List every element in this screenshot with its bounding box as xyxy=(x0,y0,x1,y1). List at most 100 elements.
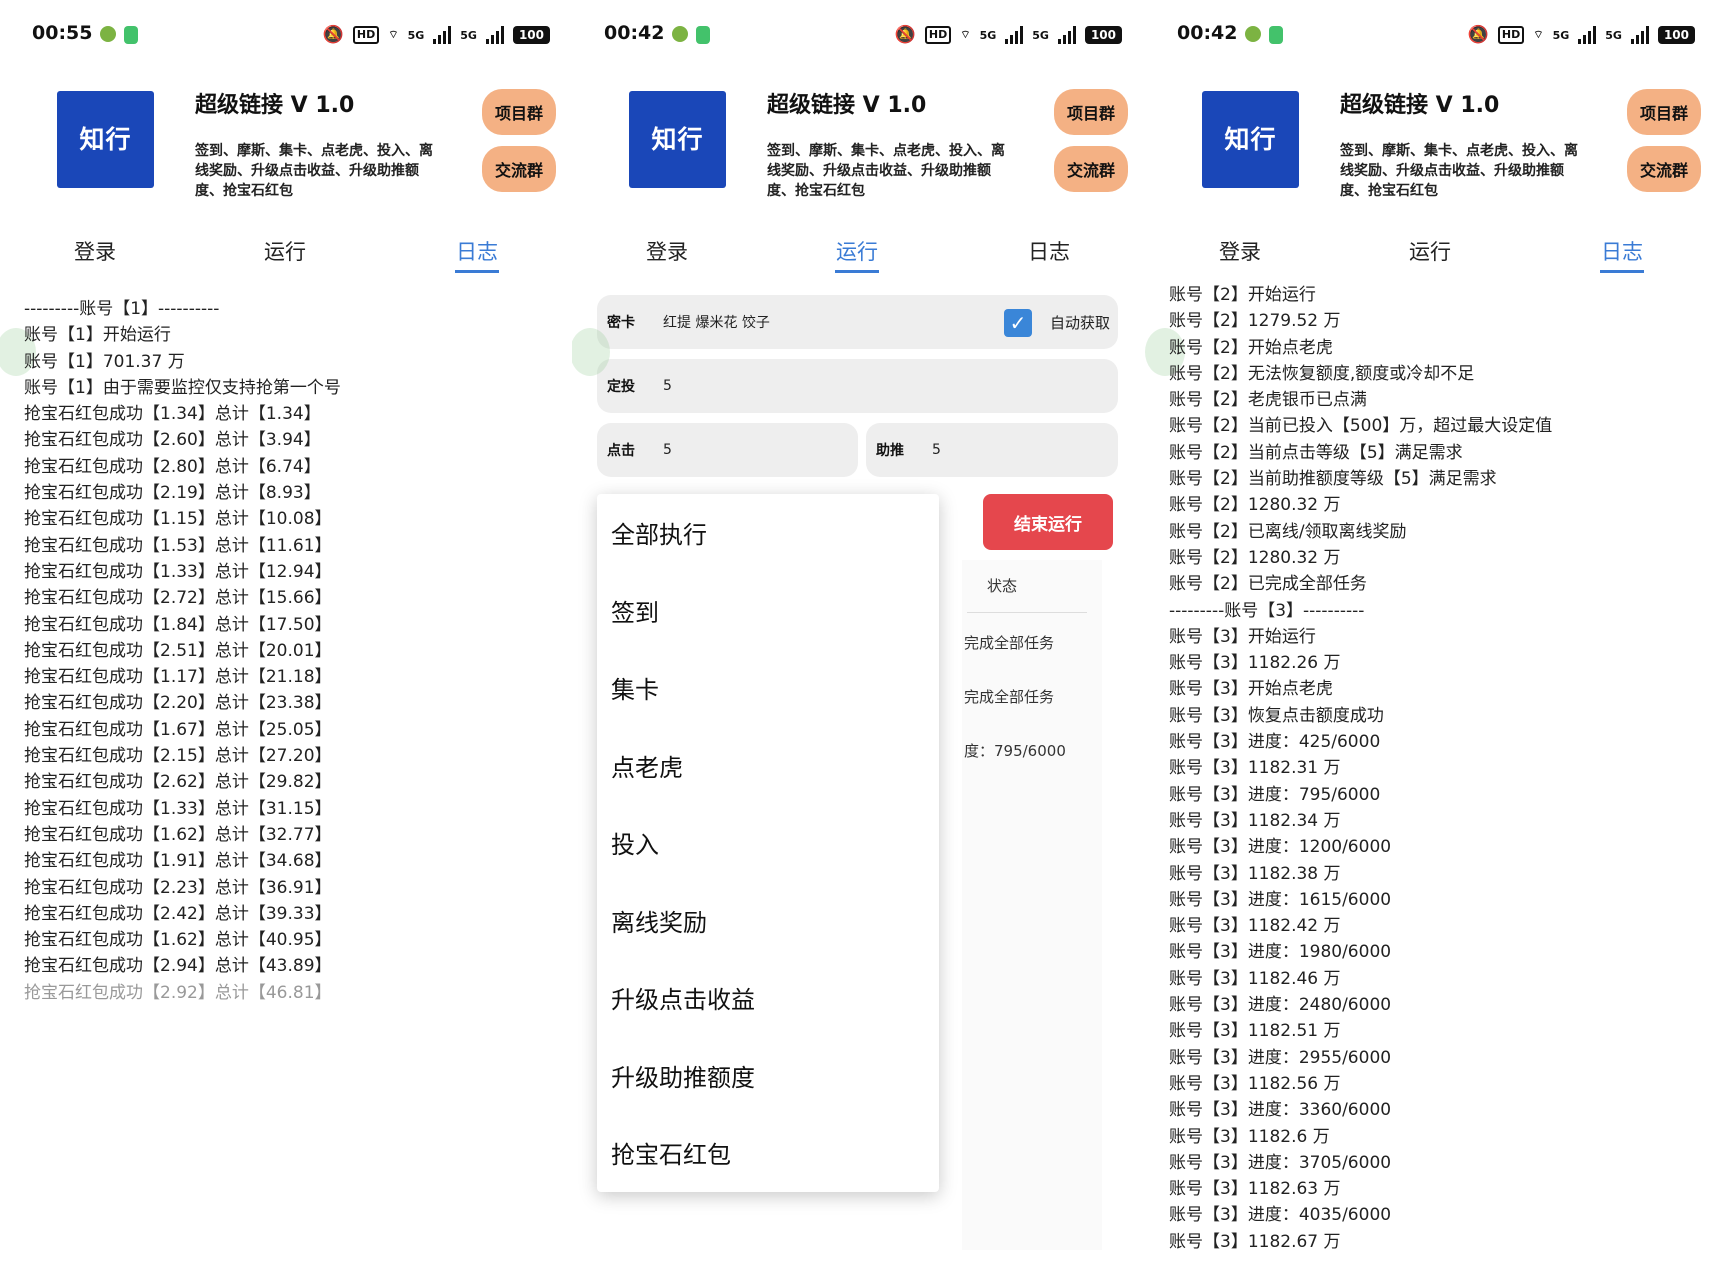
project-group-button[interactable]: 项目群 xyxy=(482,89,556,135)
log-line: 抢宝石红包成功【1.91】总计【34.68】 xyxy=(24,851,332,872)
menu-item-signin[interactable]: 签到 xyxy=(597,572,939,650)
auto-fetch-checkbox[interactable]: ✓ xyxy=(1004,309,1032,337)
tab-log[interactable]: 日志 xyxy=(1572,236,1672,273)
card-field[interactable]: 密卡 红提 爆米花 饺子 ✓ 自动获取 xyxy=(597,295,1118,349)
log-line: 抢宝石红包成功【1.33】总计【31.15】 xyxy=(24,798,332,819)
task-dropdown-menu: 全部执行 签到 集卡 点老虎 投入 离线奖励 升级点击收益 升级助推额度 抢宝石… xyxy=(597,494,939,1192)
tab-log[interactable]: 日志 xyxy=(427,236,527,273)
log-line: 账号【1】开始运行 xyxy=(24,325,171,346)
app-notification-icon xyxy=(1245,26,1261,42)
log-line: 账号【3】1182.31 万 xyxy=(1169,758,1341,779)
log-line: 抢宝石红包成功【1.62】总计【32.77】 xyxy=(24,824,332,845)
signal-bars-icon xyxy=(485,26,504,44)
mute-bell-icon: 🔕 xyxy=(1467,25,1489,45)
tab-run[interactable]: 运行 xyxy=(807,236,907,273)
log-line: 账号【2】1280.32 万 xyxy=(1169,495,1341,516)
log-line: 账号【3】1182.42 万 xyxy=(1169,916,1341,937)
log-line: 抢宝石红包成功【2.51】总计【20.01】 xyxy=(24,640,332,661)
app-notification-icon xyxy=(672,26,688,42)
log-line: 抢宝石红包成功【2.19】总计【8.93】 xyxy=(24,483,321,504)
tab-login[interactable]: 登录 xyxy=(1190,236,1290,266)
chat-group-button[interactable]: 交流群 xyxy=(482,146,556,192)
status-time: 00:42 xyxy=(604,22,665,44)
app-notification-icon xyxy=(124,26,138,44)
chat-group-button[interactable]: 交流群 xyxy=(1054,146,1128,192)
log-line: 账号【3】进度：2480/6000 xyxy=(1169,995,1392,1016)
signal-5g-label: 5G xyxy=(460,28,477,42)
menu-item-offline-reward[interactable]: 离线奖励 xyxy=(597,882,939,960)
signal-5g-label: 5G xyxy=(1605,28,1622,42)
menu-item-tiger[interactable]: 点老虎 xyxy=(597,727,939,805)
log-line: 账号【2】当前已投入【500】万，超过最大设定值 xyxy=(1169,416,1553,437)
log-line: 账号【3】恢复点击额度成功 xyxy=(1169,705,1384,726)
log-line: 抢宝石红包成功【1.33】总计【12.94】 xyxy=(24,561,332,582)
log-line: 抢宝石红包成功【2.42】总计【39.33】 xyxy=(24,903,332,924)
chat-group-button[interactable]: 交流群 xyxy=(1627,146,1701,192)
signal-5g-label: 5G xyxy=(1552,28,1570,42)
log-line: 抢宝石红包成功【1.53】总计【11.61】 xyxy=(24,535,332,556)
signal-5g-label: 5G xyxy=(407,28,425,42)
log-line: 账号【3】1182.63 万 xyxy=(1169,1179,1341,1200)
log-line: 账号【3】1182.51 万 xyxy=(1169,1021,1341,1042)
log-line: 账号【3】进度：1615/6000 xyxy=(1169,889,1392,910)
signal-bars-icon xyxy=(1578,26,1597,44)
click-value: 5 xyxy=(663,442,672,458)
log-line: 账号【3】进度：2955/6000 xyxy=(1169,1047,1392,1068)
tab-run[interactable]: 运行 xyxy=(1380,236,1480,266)
log-line: 抢宝石红包成功【1.34】总计【1.34】 xyxy=(24,404,321,425)
log-line: 账号【2】开始点老虎 xyxy=(1169,337,1333,358)
log-line: 账号【3】1182.26 万 xyxy=(1169,653,1341,674)
log-line: 账号【2】当前助推额度等级【5】满足需求 xyxy=(1169,469,1497,490)
status-divider xyxy=(967,612,1087,613)
status-bar: 00:55 🔕 HD ⌔ 5G 5G 100 xyxy=(0,18,572,52)
app-description: 签到、摩斯、集卡、点老虎、投入、离线奖励、升级点击收益、升级助推额度、抢宝石红包 xyxy=(195,143,433,199)
project-group-button[interactable]: 项目群 xyxy=(1054,89,1128,135)
menu-item-upgrade-click[interactable]: 升级点击收益 xyxy=(597,959,939,1037)
tab-login[interactable]: 登录 xyxy=(45,236,145,266)
stop-run-button[interactable]: 结束运行 xyxy=(983,494,1113,550)
click-field[interactable]: 点击 5 xyxy=(597,423,858,477)
menu-item-all[interactable]: 全部执行 xyxy=(597,494,939,572)
menu-item-gem-redpacket[interactable]: 抢宝石红包 xyxy=(597,1114,939,1192)
menu-item-invest[interactable]: 投入 xyxy=(597,804,939,882)
boost-field[interactable]: 助推 5 xyxy=(866,423,1118,477)
log-list: 账号【2】开始运行 账号【2】1279.52 万账号【2】开始点老虎 账号【2】无法… xyxy=(1169,282,1552,1255)
status-bar: 00:42 🔕 HD ⌔ 5G 5G 100 xyxy=(572,18,1144,52)
log-line: 账号【3】1182.34 万 xyxy=(1169,810,1341,831)
menu-item-upgrade-boost[interactable]: 升级助推额度 xyxy=(597,1037,939,1115)
tab-bar: 登录 运行 日志 xyxy=(0,236,572,276)
app-logo: 知行 xyxy=(57,91,154,188)
log-line: 账号【3】1182.56 万 xyxy=(1169,1073,1341,1094)
tab-login[interactable]: 登录 xyxy=(617,236,717,266)
log-line: 账号【2】老虎银币已点满 xyxy=(1169,390,1367,411)
log-line: 账号【3】开始点老虎 xyxy=(1169,679,1333,700)
log-line: 账号【3】1182.67 万 xyxy=(1169,1231,1341,1252)
fixed-bet-field[interactable]: 定投 5 xyxy=(597,359,1118,413)
log-line: 账号【3】进度：1980/6000 xyxy=(1169,942,1392,963)
phone-screen-log-2: 00:42 🔕 HD ⌔ 5G 5G 100 知行 超级链接 V 1.0 签到、… xyxy=(1145,0,1717,1279)
boost-value: 5 xyxy=(932,442,941,458)
log-line: 账号【3】进度：3705/6000 xyxy=(1169,1152,1392,1173)
tab-run[interactable]: 运行 xyxy=(235,236,335,266)
fixed-bet-label: 定投 xyxy=(607,379,635,395)
card-label: 密卡 xyxy=(607,315,635,331)
log-line: 账号【2】已离线/领取离线奖励 xyxy=(1169,521,1407,542)
log-line: 抢宝石红包成功【2.15】总计【27.20】 xyxy=(24,746,332,767)
wifi-icon: ⌔ xyxy=(388,28,399,41)
log-line: ---------账号【3】---------- xyxy=(1169,600,1365,621)
log-line: 抢宝石红包成功【2.20】总计【23.38】 xyxy=(24,693,332,714)
log-line: 账号【2】1280.32 万 xyxy=(1169,547,1341,568)
signal-bars-icon xyxy=(1630,26,1649,44)
tab-log[interactable]: 日志 xyxy=(999,236,1099,266)
log-line: 抢宝石红包成功【2.80】总计【6.74】 xyxy=(24,456,321,477)
app-notification-icon xyxy=(100,26,116,42)
mute-bell-icon: 🔕 xyxy=(322,25,344,45)
signal-bars-icon xyxy=(1057,26,1076,44)
status-time: 00:42 xyxy=(1177,22,1238,44)
log-line: 账号【2】已完成全部任务 xyxy=(1169,574,1367,595)
project-group-button[interactable]: 项目群 xyxy=(1627,89,1701,135)
app-title: 超级链接 V 1.0 xyxy=(767,93,927,118)
signal-5g-label: 5G xyxy=(979,28,997,42)
menu-item-cards[interactable]: 集卡 xyxy=(597,649,939,727)
wifi-icon: ⌔ xyxy=(1533,28,1544,41)
